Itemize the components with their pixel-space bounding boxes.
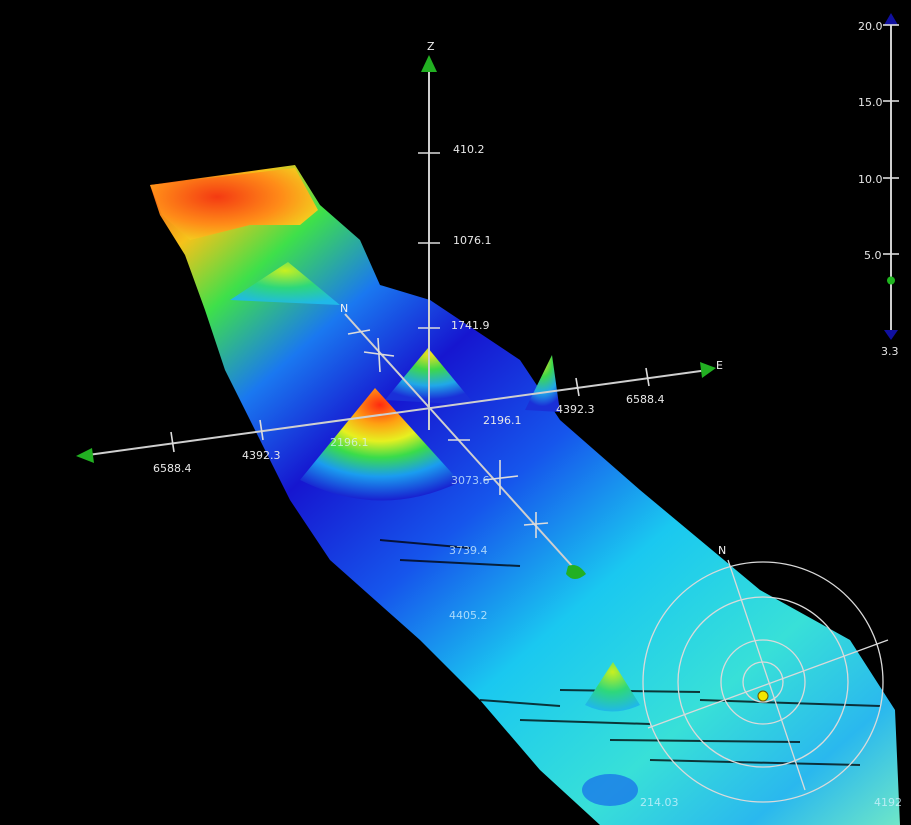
compass-right-label: 4192	[874, 796, 902, 809]
z-tick-label-3: 1741.9	[451, 319, 490, 332]
w-tick-label-1: 4392.3	[242, 449, 281, 462]
n-tick-label-1: 3073.6	[451, 474, 490, 487]
w-tick-2	[170, 431, 175, 453]
origin-label: 2196.1	[330, 436, 369, 449]
scale-label-20: 20.0	[858, 20, 883, 33]
bathymetry-surface[interactable]	[150, 165, 900, 825]
scale-label-15: 15.0	[858, 96, 883, 109]
scale-current-value: 3.3	[881, 345, 899, 358]
e-tick-label-1: 2196.1	[483, 414, 522, 427]
n-tick-label-2: 3739.4	[449, 544, 488, 557]
w-tick-label-2: 6588.4	[153, 462, 192, 475]
3d-viewport[interactable]: Z 410.2 1076.1 1741.9 E 2196.1 4392.3 65…	[0, 0, 911, 825]
compass-north-label: N	[718, 544, 726, 557]
compass-position-marker[interactable]	[757, 690, 769, 702]
n-tick-label-3: 4405.2	[449, 609, 488, 622]
z-axis-label: Z	[427, 40, 435, 53]
e-tick-2	[645, 367, 650, 387]
compass-bottom-label: 214.03	[640, 796, 679, 809]
color-scale-min-handle[interactable]	[884, 330, 898, 340]
color-scale-max-handle[interactable]	[884, 13, 898, 25]
color-scale-current-marker[interactable]	[887, 276, 895, 285]
west-axis-arrow[interactable]	[76, 448, 94, 463]
scale-label-5: 5.0	[864, 249, 882, 262]
z-tick-label-2: 1076.1	[453, 234, 492, 247]
east-axis-arrow[interactable]	[700, 362, 716, 378]
z-tick-label-1: 410.2	[453, 143, 485, 156]
north-axis-label: N	[340, 302, 348, 315]
e-tick-label-2: 4392.3	[556, 403, 595, 416]
z-axis-arrow[interactable]	[421, 55, 437, 72]
east-axis-label: E	[716, 359, 723, 372]
scale-label-10: 10.0	[858, 173, 883, 186]
e-tick-label-3: 6588.4	[626, 393, 665, 406]
color-scale-slider[interactable]: 20.0 15.0 10.0 5.0 3.3	[858, 13, 899, 358]
depression-lower	[582, 774, 638, 806]
